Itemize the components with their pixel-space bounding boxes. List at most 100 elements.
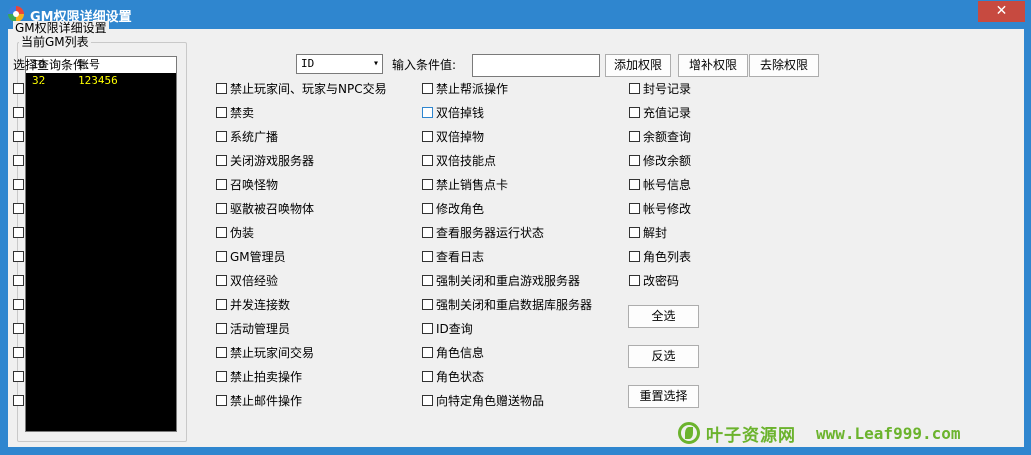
close-button[interactable]: ✕	[978, 1, 1025, 22]
checkbox-box[interactable]	[422, 250, 433, 262]
checkbox-box[interactable]	[13, 370, 24, 382]
checkbox-box[interactable]	[629, 82, 640, 94]
checkbox-box[interactable]	[216, 322, 227, 334]
permission-checkbox[interactable]: 禁止邮件操作	[216, 392, 302, 408]
checkbox-box[interactable]	[13, 130, 24, 142]
permission-checkbox[interactable]: 系统广播	[216, 128, 278, 144]
permission-checkbox[interactable]: 查看日志	[422, 248, 484, 264]
permission-checkbox[interactable]: 改密码	[629, 272, 679, 288]
permission-checkbox[interactable]: 禁止帮派操作	[422, 80, 508, 96]
permission-checkbox[interactable]: ID查询	[422, 320, 473, 336]
checkbox-box[interactable]	[216, 130, 227, 142]
permission-checkbox[interactable]: 召唤怪物	[216, 176, 278, 192]
checkbox-box[interactable]	[629, 202, 640, 214]
checkbox-box[interactable]	[13, 346, 24, 358]
checkbox-box[interactable]	[216, 370, 227, 382]
checkbox-box[interactable]	[13, 322, 24, 334]
checkbox-box[interactable]	[629, 106, 640, 118]
permission-checkbox[interactable]: 双倍经验	[216, 272, 278, 288]
checkbox-box[interactable]	[13, 274, 24, 286]
permission-checkbox[interactable]: 角色列表	[629, 248, 691, 264]
permission-checkbox[interactable]: 获取在线玩家列表	[13, 344, 123, 360]
permission-checkbox[interactable]: 禁止玩家间交易	[216, 344, 314, 360]
permission-checkbox[interactable]: 跟随玩家	[13, 320, 75, 336]
checkbox-box[interactable]	[216, 226, 227, 238]
checkbox-box[interactable]	[216, 178, 227, 190]
checkbox-box[interactable]	[216, 394, 227, 406]
remove-permission-button[interactable]: 去除权限	[749, 54, 819, 77]
permission-checkbox[interactable]: 充值记录	[629, 104, 691, 120]
permission-checkbox[interactable]: GM管理员	[216, 248, 286, 264]
checkbox-box[interactable]	[629, 130, 640, 142]
permission-checkbox[interactable]: 禁止销售点卡	[422, 176, 508, 192]
checkbox-box[interactable]	[422, 226, 433, 238]
permission-checkbox[interactable]: 移动到指定角色身边	[13, 176, 135, 192]
permission-checkbox[interactable]: 角色信息	[422, 344, 484, 360]
checkbox-box[interactable]	[422, 106, 433, 118]
checkbox-box[interactable]	[13, 250, 24, 262]
permission-checkbox[interactable]: 查看服务器运行状态	[422, 224, 544, 240]
permission-checkbox[interactable]: 禁止拍卖操作	[216, 368, 302, 384]
permission-checkbox[interactable]: 修改余额	[629, 152, 691, 168]
checkbox-box[interactable]	[629, 274, 640, 286]
checkbox-box[interactable]	[216, 298, 227, 310]
checkbox-box[interactable]	[13, 202, 24, 214]
select-all-button[interactable]: 全选	[628, 305, 699, 328]
checkbox-box[interactable]	[13, 106, 24, 118]
checkbox-box[interactable]	[629, 154, 640, 166]
checkbox-box[interactable]	[13, 298, 24, 310]
checkbox-box[interactable]	[422, 274, 433, 286]
permission-checkbox[interactable]: 解封	[629, 224, 667, 240]
checkbox-box[interactable]	[629, 226, 640, 238]
permission-checkbox[interactable]: 活动管理员	[216, 320, 290, 336]
permission-checkbox[interactable]: 将指定角色召唤到GM身边	[13, 200, 167, 216]
permission-checkbox[interactable]: 修改角色	[422, 200, 484, 216]
permission-checkbox[interactable]: 角色状态	[422, 368, 484, 384]
checkbox-box[interactable]	[13, 394, 24, 406]
add-permission-button[interactable]: 添加权限	[605, 54, 671, 77]
invert-selection-button[interactable]: 反选	[628, 345, 699, 368]
permission-checkbox[interactable]: 驱散被召唤物体	[216, 200, 314, 216]
checkbox-box[interactable]	[216, 346, 227, 358]
checkbox-box[interactable]	[422, 154, 433, 166]
checkbox-box[interactable]	[216, 82, 227, 94]
checkbox-box[interactable]	[13, 154, 24, 166]
checkbox-box[interactable]	[629, 178, 640, 190]
permission-checkbox[interactable]: 强制离线	[13, 368, 75, 384]
checkbox-box[interactable]	[422, 394, 433, 406]
permission-checkbox[interactable]: 进入隐身或无敌状态	[13, 104, 135, 120]
checkbox-box[interactable]	[216, 250, 227, 262]
permission-checkbox[interactable]: 移动到指定NPC位置	[13, 248, 136, 264]
permission-checkbox[interactable]: 切换玩家名字与ID	[13, 80, 124, 96]
permission-checkbox[interactable]: 关闭游戏服务器	[216, 152, 314, 168]
checkbox-box[interactable]	[216, 106, 227, 118]
permission-checkbox[interactable]: 强制关闭和重启游戏服务器	[422, 272, 580, 288]
checkbox-box[interactable]	[13, 178, 24, 190]
permission-checkbox[interactable]: 双倍技能点	[422, 152, 496, 168]
permission-checkbox[interactable]: 禁言	[13, 392, 51, 408]
checkbox-box[interactable]	[422, 370, 433, 382]
permission-checkbox[interactable]: 移动到指定地图(副本)	[13, 272, 144, 288]
checkbox-box[interactable]	[629, 250, 640, 262]
permission-checkbox[interactable]: 禁卖	[216, 104, 254, 120]
permission-checkbox[interactable]: 移动到指定位置	[13, 224, 111, 240]
permission-checkbox[interactable]: 切换是否可以密语	[13, 152, 123, 168]
permission-checkbox[interactable]: 强制关闭和重启数据库服务器	[422, 296, 592, 312]
checkbox-box[interactable]	[216, 154, 227, 166]
permission-checkbox[interactable]: 伪装	[216, 224, 254, 240]
permission-checkbox[interactable]: 并发连接数	[216, 296, 290, 312]
permission-checkbox[interactable]: 封号记录	[629, 80, 691, 96]
checkbox-box[interactable]	[13, 82, 24, 94]
permission-checkbox[interactable]: 帐号信息	[629, 176, 691, 192]
permission-checkbox[interactable]: 禁止玩家间、玩家与NPC交易	[216, 80, 387, 96]
query-condition-select[interactable]: ID ▾	[296, 54, 383, 74]
checkbox-box[interactable]	[422, 130, 433, 142]
checkbox-box[interactable]	[422, 346, 433, 358]
permission-checkbox[interactable]: 余额查询	[629, 128, 691, 144]
permission-checkbox[interactable]: 双倍掉钱	[422, 104, 484, 120]
supplement-permission-button[interactable]: 增补权限	[678, 54, 748, 77]
condition-value-input[interactable]	[472, 54, 600, 77]
checkbox-box[interactable]	[422, 298, 433, 310]
permission-checkbox[interactable]: 切换是否在线	[13, 128, 99, 144]
checkbox-box[interactable]	[216, 202, 227, 214]
